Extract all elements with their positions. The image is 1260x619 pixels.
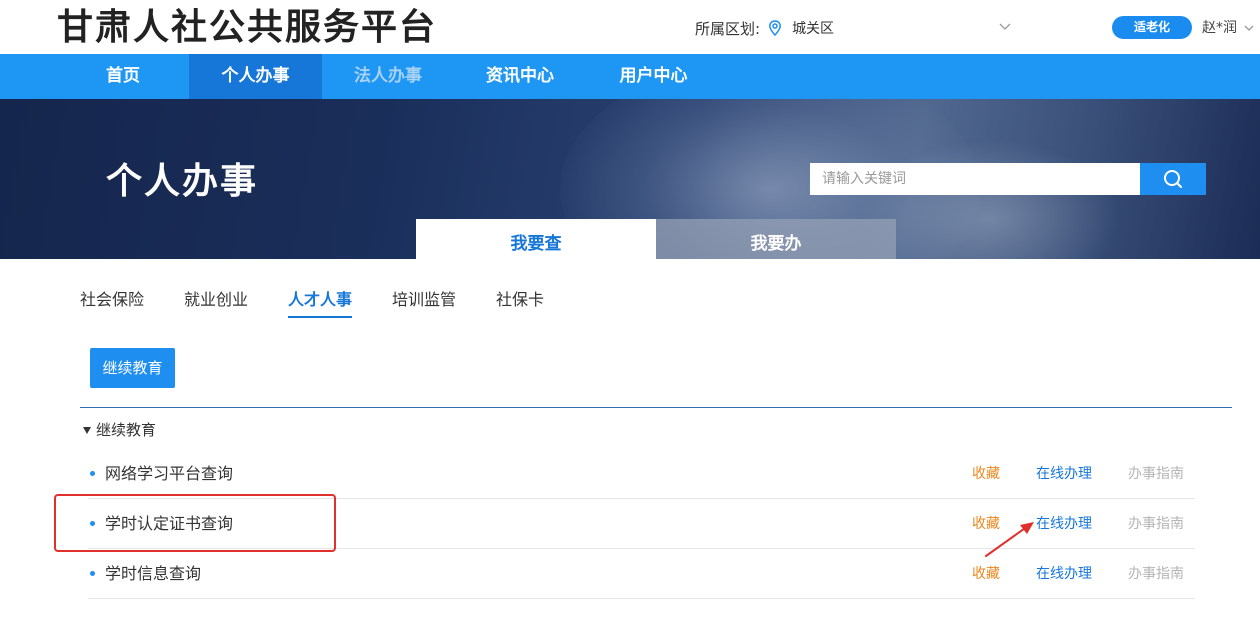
banner: 个人办事 我要查 我要办: [0, 99, 1260, 259]
bullet-icon: [90, 471, 95, 476]
online-handle-link[interactable]: 在线办理: [1036, 565, 1092, 583]
site-title[interactable]: 甘肃人社公共服务平台: [57, 6, 437, 50]
elder-mode-button[interactable]: 适老化: [1112, 16, 1192, 39]
category-tab-talent[interactable]: 人才人事: [288, 289, 352, 311]
chevron-down-icon[interactable]: [1243, 22, 1255, 34]
service-name[interactable]: 学时信息查询: [105, 563, 201, 585]
location-pin-icon: [769, 20, 782, 36]
region-selector[interactable]: 所属区划: 城关区: [695, 17, 834, 39]
guide-link[interactable]: 办事指南: [1128, 565, 1184, 583]
active-tab-indicator: [288, 316, 352, 318]
nav-item-news[interactable]: 资讯中心: [454, 54, 586, 99]
list-item: 网络学习平台查询 收藏 在线办理 办事指南: [88, 449, 1195, 499]
search-button[interactable]: [1140, 163, 1206, 195]
section-header[interactable]: 继续教育: [83, 420, 156, 440]
favorite-link[interactable]: 收藏: [972, 565, 1000, 583]
service-name[interactable]: 网络学习平台查询: [105, 463, 233, 485]
favorite-link[interactable]: 收藏: [972, 465, 1000, 483]
online-handle-link[interactable]: 在线办理: [1036, 465, 1092, 483]
online-handle-link[interactable]: 在线办理: [1036, 515, 1092, 533]
nav-item-corporate[interactable]: 法人办事: [322, 54, 454, 99]
top-bar: 甘肃人社公共服务平台 所属区划: 城关区 适老化 赵*润: [0, 0, 1260, 54]
nav-item-personal[interactable]: 个人办事: [189, 54, 322, 99]
user-name[interactable]: 赵*润: [1202, 18, 1237, 38]
banner-title: 个人办事: [106, 161, 259, 202]
guide-link[interactable]: 办事指南: [1128, 515, 1184, 533]
tab-handle[interactable]: 我要办: [656, 219, 896, 259]
chevron-down-icon[interactable]: [998, 19, 1012, 33]
nav-item-home[interactable]: 首页: [57, 54, 189, 99]
section-divider: [80, 407, 1232, 408]
caret-down-icon: [83, 426, 91, 434]
category-tab-social-card[interactable]: 社保卡: [496, 289, 544, 311]
section-title: 继续教育: [96, 421, 157, 439]
annotation-highlight-box: [54, 494, 336, 552]
region-value: 城关区: [792, 21, 835, 37]
continuing-education-button[interactable]: 继续教育: [90, 348, 175, 388]
region-label: 所属区划:: [695, 19, 761, 38]
main-nav: 首页 个人办事 法人办事 资讯中心 用户中心: [0, 54, 1260, 99]
category-tab-employment[interactable]: 就业创业: [184, 289, 248, 311]
search-icon: [1164, 170, 1182, 188]
annotation-arrow-icon: [985, 522, 1034, 557]
nav-item-user-center[interactable]: 用户中心: [587, 54, 720, 99]
category-tab-social-insurance[interactable]: 社会保险: [80, 289, 144, 311]
guide-link[interactable]: 办事指南: [1128, 465, 1184, 483]
tab-query[interactable]: 我要查: [416, 219, 656, 259]
bullet-icon: [90, 571, 95, 576]
category-tab-training[interactable]: 培训监管: [392, 289, 456, 311]
search-input[interactable]: [810, 163, 1140, 195]
